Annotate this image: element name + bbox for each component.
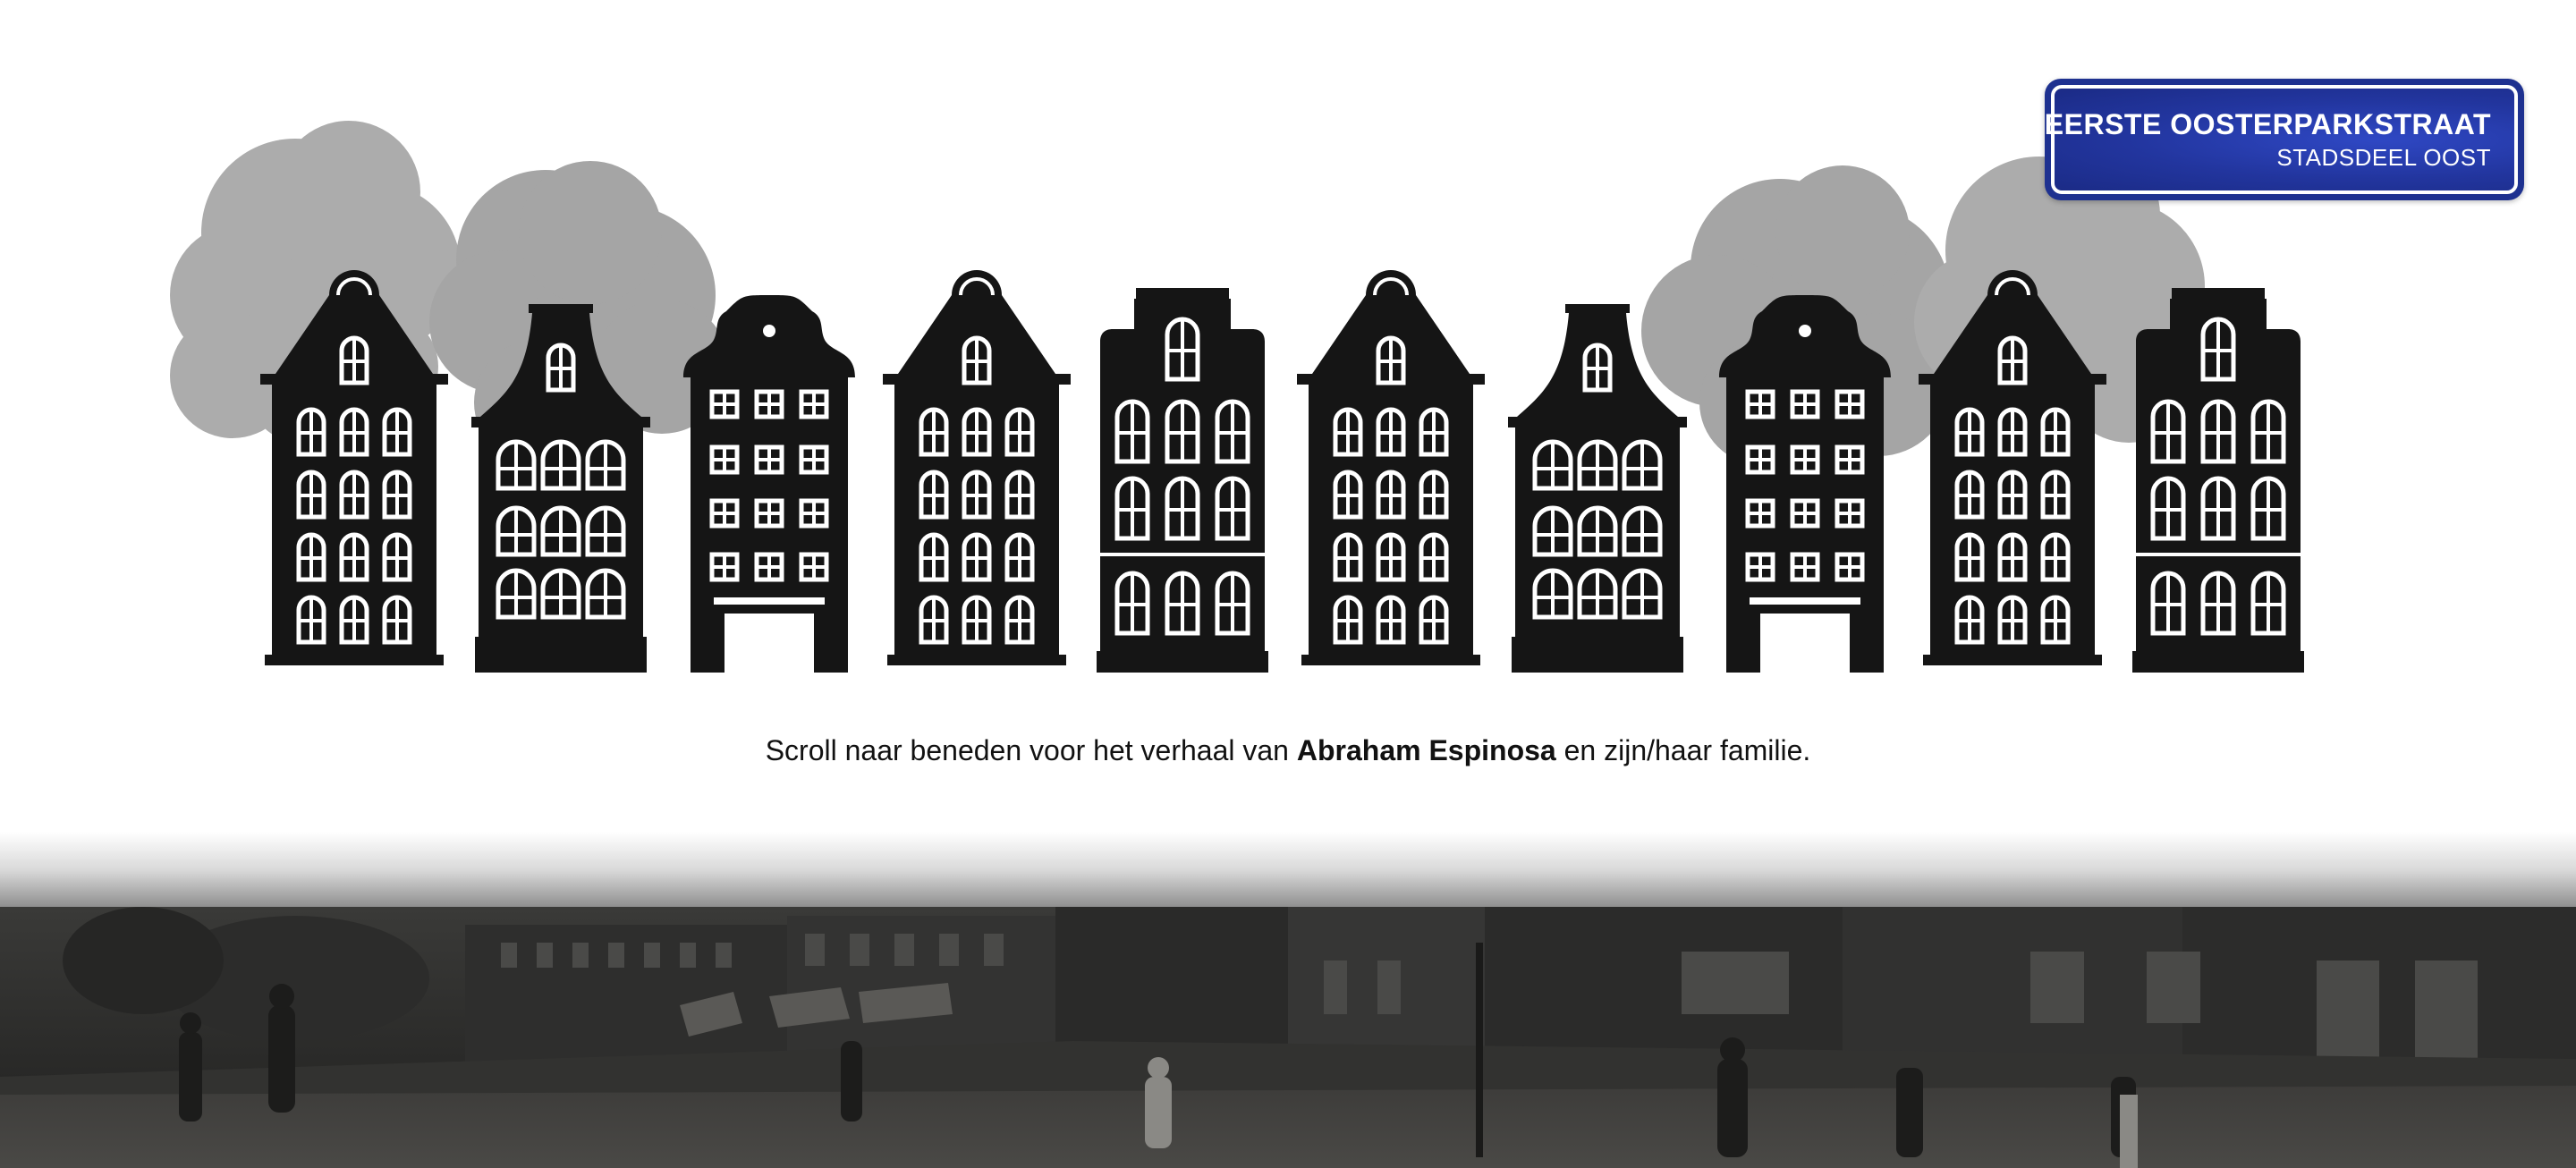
house-8 (1719, 295, 1891, 673)
person-name: Abraham Espinosa (1296, 734, 1556, 766)
caption-text-after: en zijn/haar familie. (1555, 734, 1811, 766)
house-3 (683, 295, 855, 673)
house-10 (2132, 288, 2304, 673)
house-4 (883, 270, 1071, 665)
district-name: STADSDEEL OOST (2276, 144, 2491, 171)
fade-gradient (0, 832, 2576, 909)
street-sign: EERSTE OOSTERPARKSTRAAT STADSDEEL OOST (2045, 79, 2524, 200)
page: EERSTE OOSTERPARKSTRAAT STADSDEEL OOST S… (0, 0, 2576, 1168)
historic-photo-image (0, 907, 2576, 1168)
historic-street-photo (0, 907, 2576, 1168)
caption-text-before: Scroll naar beneden voor het verhaal van (765, 734, 1297, 766)
house-6 (1297, 270, 1485, 665)
scroll-caption: Scroll naar beneden voor het verhaal van… (0, 729, 2576, 772)
street-sign-plate: EERSTE OOSTERPARKSTRAAT STADSDEEL OOST (2045, 85, 2518, 194)
street-name: EERSTE OOSTERPARKSTRAAT (2044, 108, 2491, 140)
house-5 (1097, 288, 1268, 673)
